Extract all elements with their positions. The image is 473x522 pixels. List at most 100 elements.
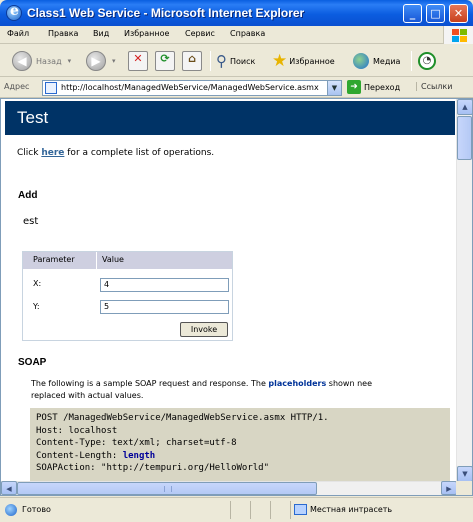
intro-text: Click here for a complete list of operat… xyxy=(17,148,214,158)
code-line-text: Content-Length: xyxy=(36,450,123,461)
scroll-left-button[interactable]: ◀ xyxy=(1,481,17,495)
length-placeholder: length xyxy=(122,450,156,461)
soap-code-block: POST /ManagedWebService/ManagedWebServic… xyxy=(30,408,450,483)
section-title: Add xyxy=(18,190,38,201)
menu-item-edit[interactable]: Правка xyxy=(48,29,78,38)
operation-name: est xyxy=(23,216,39,227)
windows-logo-icon xyxy=(443,26,473,44)
search-button[interactable]: ⚲ Поиск xyxy=(216,49,255,73)
menu-item-help[interactable]: Справка xyxy=(230,29,265,38)
security-zone-text: Местная интрасеть xyxy=(310,505,393,514)
stop-button[interactable]: ✕ xyxy=(128,49,148,73)
favorites-label: Избранное xyxy=(289,56,335,66)
horizontal-scrollbar[interactable]: ◀ ▶ xyxy=(1,481,457,495)
status-panel-divider xyxy=(230,501,231,519)
back-arrow-icon: ◀ xyxy=(12,51,32,71)
minimize-button[interactable]: _ xyxy=(403,4,422,23)
go-button[interactable]: ➜ Переход xyxy=(347,80,400,94)
operations-link[interactable]: here xyxy=(41,148,64,158)
page-heading-bar: Test xyxy=(5,101,455,135)
toolbar-separator xyxy=(210,51,211,71)
parameter-table: Parameter Value X: 4 Y: 5 Invoke xyxy=(22,251,233,341)
chevron-down-icon: ▾ xyxy=(112,57,116,65)
soap-desc-part2: shown nee xyxy=(328,379,372,388)
page-content: Test Click here for a complete list of o… xyxy=(1,99,457,483)
code-line: SOAPAction: "http://tempuri.org/HelloWor… xyxy=(36,463,269,474)
back-label: Назад xyxy=(36,56,62,66)
go-label: Переход xyxy=(364,82,401,92)
invoke-button[interactable]: Invoke xyxy=(180,322,228,337)
intro-suffix: for a complete list of operations. xyxy=(67,148,215,158)
search-label: Поиск xyxy=(230,56,256,66)
search-icon: ⚲ xyxy=(216,52,227,70)
maximize-button[interactable]: □ xyxy=(426,4,445,23)
history-button[interactable]: ◔ xyxy=(418,49,436,73)
favorites-button[interactable]: ★ Избранное xyxy=(272,49,335,73)
code-line: Host: localhost xyxy=(36,425,118,436)
go-arrow-icon: ➜ xyxy=(347,80,361,94)
menu-item-tools[interactable]: Сервис xyxy=(185,29,215,38)
media-globe-icon xyxy=(353,53,369,69)
menu-item-view[interactable]: Вид xyxy=(93,29,109,38)
scrollbar-corner xyxy=(456,481,472,495)
intranet-zone-icon xyxy=(294,504,307,515)
vertical-scroll-thumb[interactable] xyxy=(457,116,472,160)
browser-viewport: Test Click here for a complete list of o… xyxy=(0,98,473,496)
address-dropdown-button[interactable]: ▼ xyxy=(327,81,341,95)
forward-button[interactable]: ▶ ▾ xyxy=(86,49,116,73)
page-title: Test xyxy=(17,108,49,127)
status-text: Готово xyxy=(22,505,51,514)
soap-section-title: SOAP xyxy=(18,357,47,368)
close-button[interactable]: ✕ xyxy=(449,4,468,23)
table-header: Parameter Value xyxy=(23,252,232,269)
soap-description: The following is a sample SOAP request a… xyxy=(31,378,451,402)
links-button[interactable]: Ссылки xyxy=(416,82,452,91)
page-icon xyxy=(45,82,57,94)
status-panel-divider xyxy=(250,501,251,519)
address-input[interactable]: http://localhost/ManagedWebService/Manag… xyxy=(42,80,342,96)
refresh-button[interactable]: ⟳ xyxy=(155,49,175,73)
menu-item-file[interactable]: Файл xyxy=(7,29,29,38)
chevron-down-icon: ▾ xyxy=(67,57,72,65)
code-line: Content-Type: text/xml; charset=utf-8 xyxy=(36,438,237,449)
refresh-icon: ⟳ xyxy=(155,51,175,71)
home-button[interactable]: ⌂ xyxy=(182,49,202,73)
param-label-y: Y: xyxy=(33,302,40,311)
code-line: POST /ManagedWebService/ManagedWebServic… xyxy=(36,413,329,423)
scroll-down-button[interactable]: ▼ xyxy=(457,466,472,482)
x-input[interactable]: 4 xyxy=(100,278,229,292)
history-clock-icon: ◔ xyxy=(418,52,436,70)
menu-bar: Файл Правка Вид Избранное Сервис Справка xyxy=(0,26,473,44)
media-button[interactable]: Медиа xyxy=(353,49,400,73)
toolbar-separator xyxy=(411,51,412,71)
intro-prefix: Click xyxy=(17,148,39,158)
ie-logo-icon xyxy=(6,3,22,21)
forward-arrow-icon: ▶ xyxy=(86,51,106,71)
star-icon: ★ xyxy=(272,51,288,71)
column-header-parameter: Parameter xyxy=(33,255,75,264)
column-header-value: Value xyxy=(102,255,124,264)
status-panel-divider xyxy=(270,501,271,519)
toolbar: ◀ Назад ▾ ▶ ▾ ✕ ⟳ ⌂ ⚲ Поиск ★ Избранное … xyxy=(0,45,473,77)
address-label: Адрес xyxy=(4,82,30,91)
window-title: Class1 Web Service - Microsoft Internet … xyxy=(27,6,305,20)
soap-desc-part1: The following is a sample SOAP request a… xyxy=(31,379,266,388)
y-input[interactable]: 5 xyxy=(100,300,229,314)
home-icon: ⌂ xyxy=(182,51,202,71)
address-url[interactable]: http://localhost/ManagedWebService/Manag… xyxy=(61,83,323,92)
vertical-scrollbar[interactable]: ▲ ▼ xyxy=(456,99,472,483)
ie-page-icon xyxy=(5,504,17,516)
horizontal-scroll-thumb[interactable] xyxy=(17,482,317,495)
code-line: Content-Length: length xyxy=(36,450,450,463)
placeholders-text: placeholders xyxy=(268,379,327,388)
media-label: Медиа xyxy=(373,56,401,66)
scroll-up-button[interactable]: ▲ xyxy=(457,99,472,115)
scroll-right-button[interactable]: ▶ xyxy=(441,481,457,495)
status-bar: Готово Местная интрасеть xyxy=(0,497,473,522)
menu-item-favorites[interactable]: Избранное xyxy=(124,29,169,38)
param-label-x: X: xyxy=(33,279,42,288)
address-bar: Адрес http://localhost/ManagedWebService… xyxy=(0,78,473,98)
soap-desc-part3: replaced with actual values. xyxy=(31,391,144,400)
status-panel-divider xyxy=(290,501,291,519)
back-button[interactable]: ◀ Назад ▾ xyxy=(12,49,71,73)
